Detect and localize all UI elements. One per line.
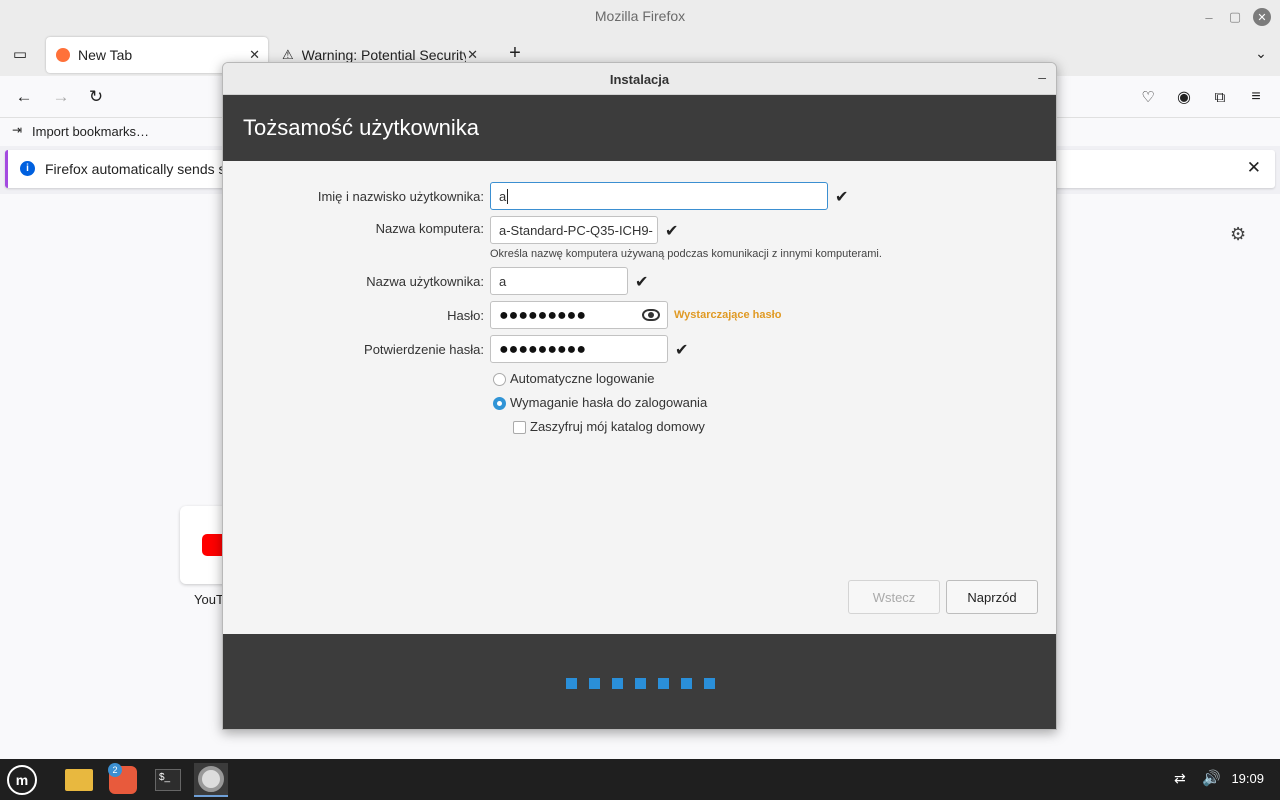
auto-login-radio[interactable] <box>493 373 506 386</box>
show-password-eye-icon[interactable] <box>642 309 660 321</box>
extensions-icon[interactable]: ⧉ <box>1209 86 1231 108</box>
installer-titlebar: Instalacja – <box>223 63 1056 95</box>
computer-name-input[interactable]: a-Standard-PC-Q35-ICH9- <box>490 216 658 244</box>
require-password-label[interactable]: Wymaganie hasła do zalogowania <box>510 395 707 410</box>
chevron-down-icon[interactable]: ⌄ <box>1250 42 1272 64</box>
shortcut-label: YouT <box>194 592 224 607</box>
password-label: Hasło: <box>447 308 484 323</box>
tab-label: Warning: Potential Security <box>301 47 466 63</box>
installer-window-title: Instalacja <box>609 72 670 87</box>
warning-icon: ⚠ <box>282 47 294 62</box>
pocket-icon[interactable]: ♡ <box>1137 86 1159 108</box>
close-tab-icon[interactable]: ✕ <box>249 47 260 63</box>
close-tab-icon[interactable]: ✕ <box>467 47 478 63</box>
maximize-icon[interactable]: ▢ <box>1226 8 1244 26</box>
notice-text: Firefox automatically sends so <box>45 161 234 177</box>
page-title: Tożsamość użytkownika <box>243 115 479 140</box>
back-icon[interactable]: ← <box>13 86 35 108</box>
taskbar: m 2 $_ ⇄ 🔊 19:09 <box>0 759 1280 800</box>
software-updater-icon[interactable]: 2 <box>106 763 140 797</box>
next-button[interactable]: Naprzód <box>946 580 1038 614</box>
clock[interactable]: 19:09 <box>1231 771 1264 786</box>
files-folder-icon[interactable] <box>62 763 96 797</box>
confirm-password-value: ●●●●●●●●● <box>499 341 586 358</box>
forward-icon[interactable]: → <box>50 86 72 108</box>
username-label: Nazwa użytkownika: <box>366 274 484 289</box>
username-check-icon: ✔ <box>635 274 649 291</box>
close-window-icon[interactable]: ✕ <box>1253 8 1271 26</box>
progress-step <box>658 678 669 689</box>
fullname-check-icon: ✔ <box>835 189 849 206</box>
firefox-titlebar: Mozilla Firefox – ▢ ✕ <box>0 0 1280 34</box>
firefox-logo-icon <box>56 48 70 62</box>
menu-icon[interactable]: ≡ <box>1245 86 1267 108</box>
password-strength: Wystarczające hasło <box>674 309 782 321</box>
fullname-input[interactable]: a <box>490 182 828 210</box>
info-icon: i <box>20 161 35 176</box>
tab-list-icon[interactable]: ▭ <box>9 43 31 65</box>
tab-label: New Tab <box>78 47 133 63</box>
installer-disc-icon[interactable] <box>194 763 228 797</box>
progress-step <box>589 678 600 689</box>
computer-name-check-icon: ✔ <box>665 223 679 240</box>
computer-name-label: Nazwa komputera: <box>375 221 484 236</box>
mint-menu-icon[interactable]: m <box>5 763 39 797</box>
fullname-label: Imię i nazwisko użytkownika: <box>317 189 484 204</box>
update-badge: 2 <box>108 763 122 777</box>
progress-step <box>566 678 577 689</box>
settings-gear-icon[interactable]: ⚙ <box>1230 224 1246 245</box>
import-bookmarks-link[interactable]: Import bookmarks… <box>32 124 149 139</box>
computer-name-hint: Określa nazwę komputera używaną podczas … <box>490 248 882 260</box>
account-icon[interactable]: ◉ <box>1173 86 1195 108</box>
confirm-password-label: Potwierdzenie hasła: <box>364 342 484 357</box>
fullname-value: a <box>499 189 507 204</box>
back-button[interactable]: Wstecz <box>848 580 940 614</box>
password-value: ●●●●●●●●● <box>499 307 586 324</box>
progress-step <box>635 678 646 689</box>
reload-icon[interactable]: ↻ <box>85 86 107 108</box>
volume-icon[interactable]: 🔊 <box>1202 769 1221 787</box>
confirm-password-input[interactable]: ●●●●●●●●● <box>490 335 668 363</box>
terminal-icon[interactable]: $_ <box>151 763 185 797</box>
minimize-icon[interactable]: – <box>1200 8 1218 26</box>
installer-progress-footer <box>223 634 1056 729</box>
network-icon[interactable]: ⇄ <box>1174 770 1186 787</box>
installer-header: Tożsamość użytkownika <box>223 95 1056 161</box>
encrypt-home-label[interactable]: Zaszyfruj mój katalog domowy <box>530 419 705 434</box>
progress-step <box>612 678 623 689</box>
confirm-password-check-icon: ✔ <box>675 342 689 359</box>
progress-step <box>704 678 715 689</box>
username-input[interactable]: a <box>490 267 628 295</box>
installer-dialog: Instalacja – Tożsamość użytkownika Imię … <box>222 62 1057 730</box>
encrypt-home-checkbox[interactable] <box>513 421 526 434</box>
require-password-radio[interactable] <box>493 397 506 410</box>
close-notice-icon[interactable]: ✕ <box>1247 158 1261 178</box>
progress-step <box>681 678 692 689</box>
import-icon: ⇥ <box>12 123 23 137</box>
new-tab-plus-icon[interactable]: + <box>504 42 526 64</box>
minimize-icon[interactable]: – <box>1038 69 1046 85</box>
firefox-window-title: Mozilla Firefox <box>594 8 686 24</box>
auto-login-label[interactable]: Automatyczne logowanie <box>510 371 655 386</box>
